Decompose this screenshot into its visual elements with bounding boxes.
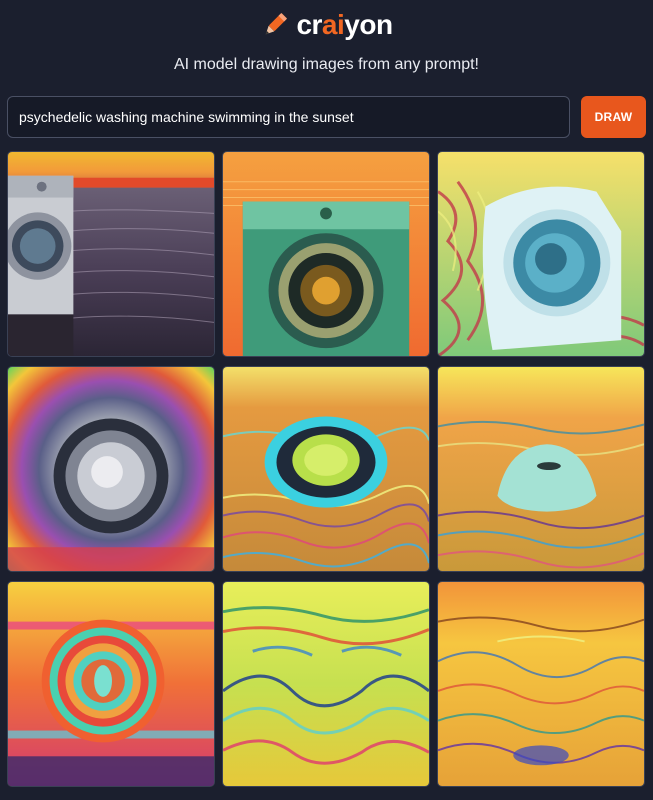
draw-button[interactable]: DRAW	[581, 96, 646, 138]
craiyon-page: craiyon AI model drawing images from any…	[0, 0, 653, 800]
result-image-7[interactable]	[7, 581, 215, 787]
result-image-9[interactable]	[437, 581, 645, 787]
pencil-icon	[266, 12, 288, 35]
prompt-input[interactable]	[7, 96, 570, 138]
result-image-1[interactable]	[7, 151, 215, 357]
results-grid	[7, 151, 646, 789]
result-image-3[interactable]	[437, 151, 645, 357]
craiyon-logo[interactable]: craiyon	[0, 10, 653, 40]
result-image-8[interactable]	[222, 581, 430, 787]
result-image-5[interactable]	[222, 366, 430, 572]
result-image-2[interactable]	[222, 151, 430, 357]
tagline: AI model drawing images from any prompt!	[173, 56, 479, 73]
result-image-6[interactable]	[437, 366, 645, 572]
logo-text: craiyon	[296, 9, 393, 40]
result-image-4[interactable]	[7, 366, 215, 572]
